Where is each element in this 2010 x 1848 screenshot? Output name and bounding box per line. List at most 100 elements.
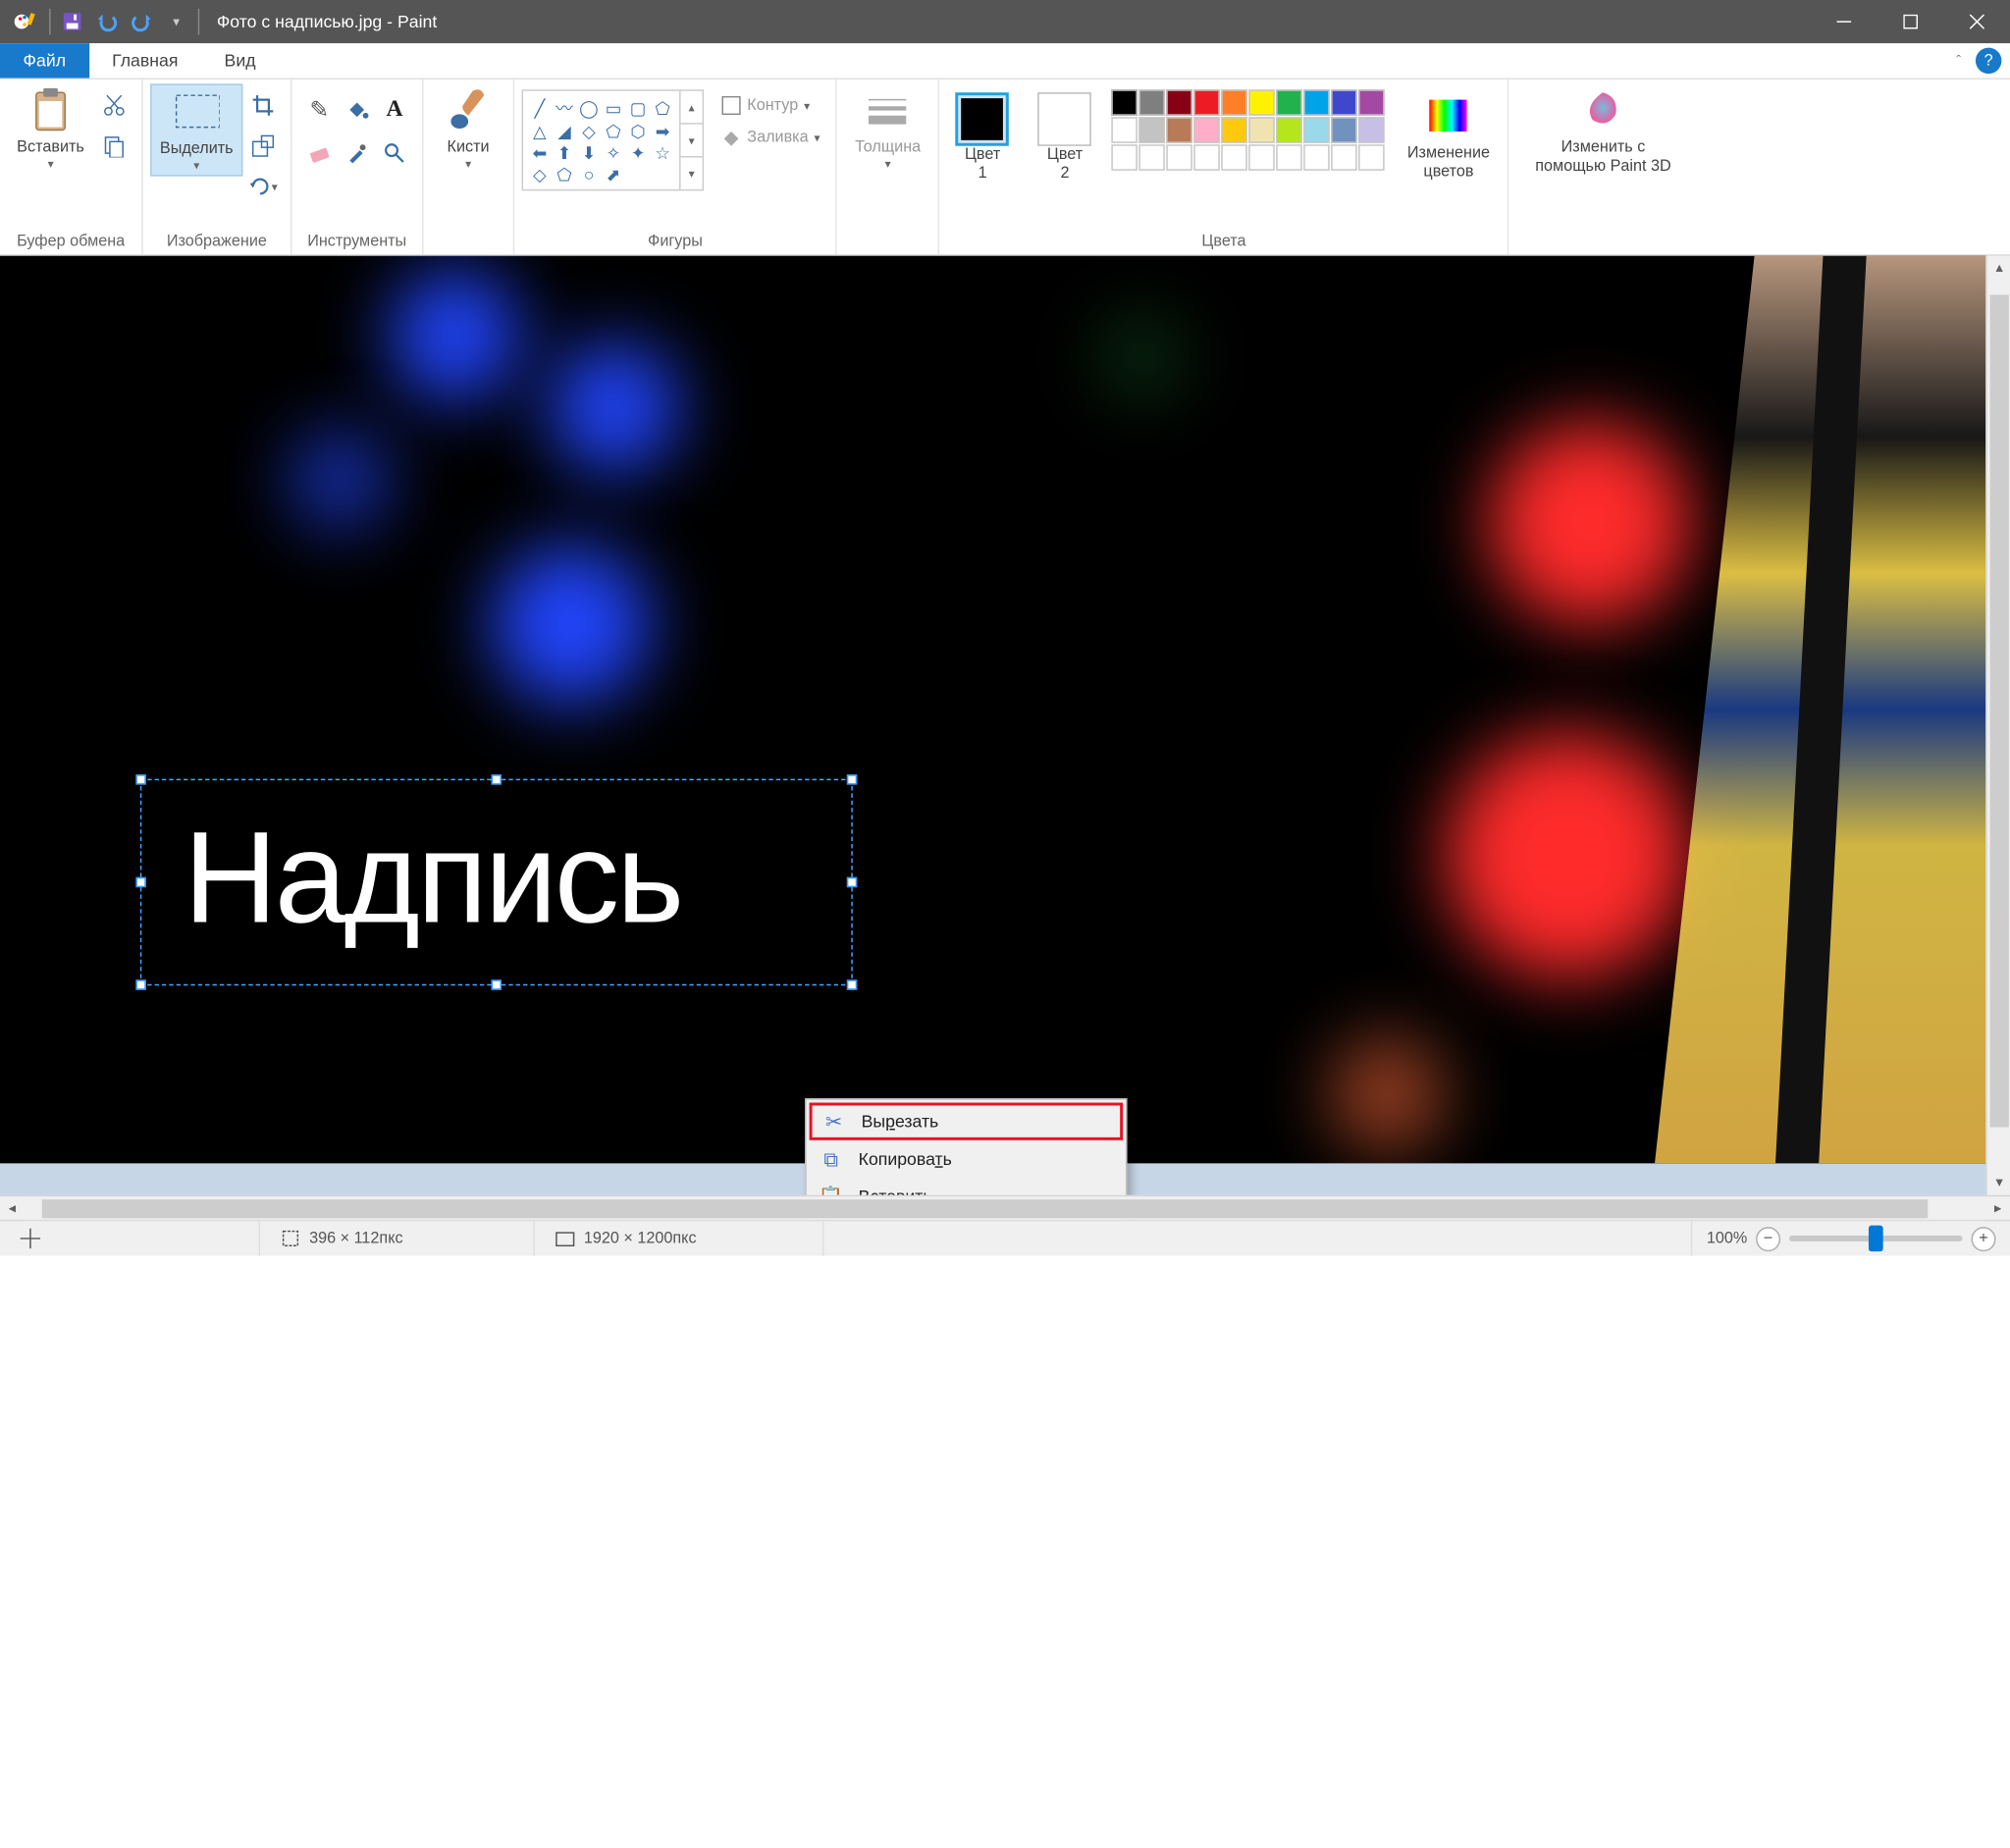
copy-icon: ⧉ xyxy=(815,1144,846,1173)
eraser-icon[interactable] xyxy=(305,138,334,167)
palette-color[interactable] xyxy=(1249,89,1276,116)
shapes-more-icon[interactable]: ▾ xyxy=(681,158,703,189)
cursor-pos-icon xyxy=(21,1229,41,1249)
palette-color[interactable] xyxy=(1249,144,1276,171)
palette-color[interactable] xyxy=(1359,144,1386,171)
palette-color[interactable] xyxy=(1222,144,1248,171)
paint3d-button[interactable]: Изменить с помощью Paint 3D xyxy=(1516,83,1690,178)
zoom-slider[interactable] xyxy=(1789,1236,1963,1241)
bucket-icon[interactable] xyxy=(343,95,371,124)
zoom-out-button[interactable]: − xyxy=(1756,1226,1780,1250)
brushes-button[interactable]: Кисти▾ xyxy=(431,83,506,173)
text-icon[interactable]: A xyxy=(380,95,408,124)
palette-color[interactable] xyxy=(1249,117,1276,143)
group-colors: Цвет 1 Цвет 2 Изменение цветов Цвета xyxy=(940,79,1509,254)
selection-rectangle[interactable] xyxy=(140,779,853,986)
palette-color[interactable] xyxy=(1277,117,1303,143)
palette-color[interactable] xyxy=(1332,89,1358,116)
palette-color[interactable] xyxy=(1194,144,1221,171)
image-size-icon xyxy=(555,1229,575,1249)
maximize-button[interactable] xyxy=(1878,0,1944,43)
palette-color[interactable] xyxy=(1277,144,1303,171)
minimize-button[interactable] xyxy=(1811,0,1878,43)
close-button[interactable] xyxy=(1944,0,2010,43)
app-icon xyxy=(12,9,38,35)
selection-size: 396 × 112пкс xyxy=(260,1221,535,1255)
image-size: 1920 × 1200пкс xyxy=(535,1221,823,1255)
resize-icon[interactable] xyxy=(248,132,277,160)
palette-color[interactable] xyxy=(1194,117,1221,143)
select-button[interactable]: Выделить▾ xyxy=(150,83,242,176)
ribbon: Вставить▾ Буфер обмена Выделить▾ ▾ xyxy=(0,79,2010,256)
help-icon[interactable]: ? xyxy=(1976,48,2002,75)
color1-button[interactable]: Цвет 1 xyxy=(947,89,1018,185)
ctx-copy[interactable]: ⧉Копировать xyxy=(810,1140,1124,1178)
select-icon xyxy=(174,88,220,134)
collapse-ribbon-icon[interactable]: ˆ xyxy=(1947,43,1970,78)
palette-color[interactable] xyxy=(1112,89,1138,116)
undo-icon[interactable] xyxy=(91,6,123,37)
crop-icon[interactable] xyxy=(248,91,277,120)
selection-size-icon xyxy=(281,1229,301,1249)
palette-color[interactable] xyxy=(1332,117,1358,143)
ctx-cut[interactable]: ✂Вырезать xyxy=(810,1103,1124,1140)
pencil-icon[interactable]: ✎ xyxy=(305,95,334,124)
size-button[interactable]: Толщина▾ xyxy=(844,83,930,173)
horizontal-scrollbar[interactable]: ◂ ▸ xyxy=(0,1195,2010,1220)
customize-qat-icon[interactable]: ▾ xyxy=(160,6,191,37)
scissors-icon: ✂ xyxy=(818,1107,849,1135)
palette-color[interactable] xyxy=(1112,117,1138,143)
palette-color[interactable] xyxy=(1304,117,1331,143)
palette-color[interactable] xyxy=(1359,117,1386,143)
cursor-position xyxy=(0,1221,260,1255)
tab-file[interactable]: Файл xyxy=(0,43,89,78)
eyedropper-icon[interactable] xyxy=(343,138,371,167)
color2-button[interactable]: Цвет 2 xyxy=(1030,89,1100,185)
status-bar: 396 × 112пкс 1920 × 1200пкс 100% − + xyxy=(0,1220,2010,1256)
cut-icon[interactable] xyxy=(100,91,129,120)
palette-color[interactable] xyxy=(1167,144,1193,171)
canvas-area[interactable]: Надпись ✂Вырезать ⧉Копировать 📋Вставить … xyxy=(0,256,2010,1220)
group-tools: ✎ A Инструменты xyxy=(291,79,423,254)
edit-colors-button[interactable]: Изменение цветов xyxy=(1397,89,1501,184)
paste-button[interactable]: Вставить▾ xyxy=(7,83,93,173)
palette-color[interactable] xyxy=(1222,117,1248,143)
group-clipboard: Вставить▾ Буфер обмена xyxy=(0,79,143,254)
palette-color[interactable] xyxy=(1139,89,1166,116)
clipboard-icon xyxy=(27,86,74,132)
group-image: Выделить▾ ▾ Изображение xyxy=(143,79,292,254)
palette-color[interactable] xyxy=(1167,117,1193,143)
canvas-image[interactable]: Надпись xyxy=(0,256,1987,1164)
tab-view[interactable]: Вид xyxy=(201,43,279,78)
palette-color[interactable] xyxy=(1139,117,1166,143)
color-palette xyxy=(1112,89,1385,170)
copy-icon[interactable] xyxy=(100,132,129,160)
palette-color[interactable] xyxy=(1332,144,1358,171)
palette-color[interactable] xyxy=(1139,144,1166,171)
palette-color[interactable] xyxy=(1277,89,1303,116)
magnifier-icon[interactable] xyxy=(380,138,408,167)
shapes-gallery[interactable]: ╱〰◯▭▢⬠ △◢◇⬠⬡➡ ⬅⬆⬇✧✦☆ ◇⬠○⬈ xyxy=(522,89,681,190)
group-size: Толщина▾ xyxy=(837,79,940,254)
tab-home[interactable]: Главная xyxy=(89,43,201,78)
shapes-up-icon[interactable]: ▴ xyxy=(681,91,703,125)
paint3d-icon xyxy=(1580,86,1626,132)
palette-color[interactable] xyxy=(1304,144,1331,171)
rotate-icon[interactable]: ▾ xyxy=(248,172,277,200)
size-icon xyxy=(865,86,911,132)
vertical-scrollbar[interactable]: ▴ ▾ xyxy=(1985,256,2010,1195)
palette-color[interactable] xyxy=(1222,89,1248,116)
save-icon[interactable] xyxy=(56,6,87,37)
palette-color[interactable] xyxy=(1167,89,1193,116)
redo-icon[interactable] xyxy=(126,6,157,37)
fill-button[interactable]: Заливка▾ xyxy=(713,122,828,153)
shapes-down-icon[interactable]: ▾ xyxy=(681,125,703,158)
zoom-in-button[interactable]: + xyxy=(1971,1226,1995,1250)
outline-button[interactable]: Контур▾ xyxy=(713,89,828,121)
palette-color[interactable] xyxy=(1194,89,1221,116)
palette-color[interactable] xyxy=(1304,89,1331,116)
title-bar: ▾ Фото с надписью.jpg - Paint xyxy=(0,0,2010,43)
zoom-level: 100% xyxy=(1707,1230,1747,1247)
palette-color[interactable] xyxy=(1112,144,1138,171)
palette-color[interactable] xyxy=(1359,89,1386,116)
